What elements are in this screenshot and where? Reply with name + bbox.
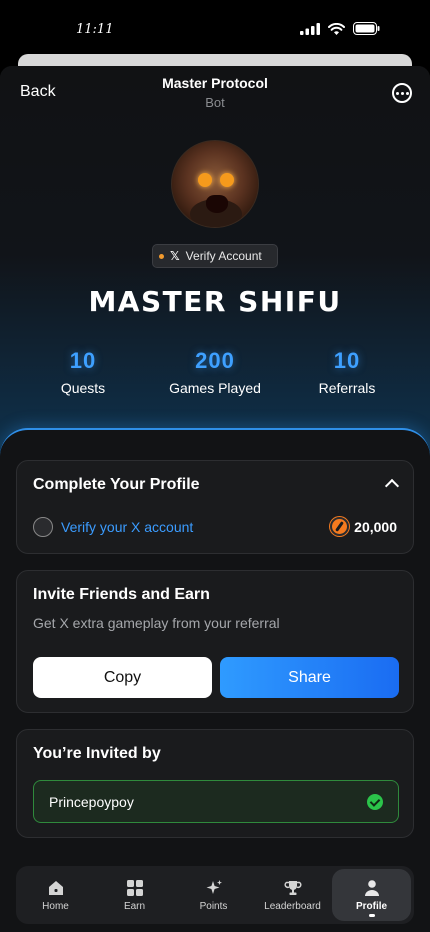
status-bar: 11:11 — [0, 0, 430, 68]
copy-button[interactable]: Copy — [33, 657, 212, 698]
content-panel: Complete Your Profile Verify your X acco… — [0, 428, 430, 932]
check-circle-icon — [367, 794, 383, 810]
stat-label: Referrals — [318, 380, 376, 396]
wifi-icon — [328, 22, 345, 35]
stat-quests: 10 Quests — [13, 348, 153, 396]
tab-label: Points — [199, 900, 228, 912]
tab-home[interactable]: Home — [16, 866, 95, 924]
stat-referrals: 10 Referrals — [277, 348, 417, 396]
verify-x-link[interactable]: Verify your X account — [61, 519, 193, 535]
status-time: 11:11 — [76, 22, 114, 37]
battery-icon — [353, 22, 380, 35]
profile-hero: Back Master Protocol Bot 𝕏 Verify Accoun… — [0, 66, 430, 486]
reward-amount: 20,000 — [330, 517, 397, 536]
more-options-icon[interactable] — [392, 83, 412, 103]
verify-account-label: Verify Account — [185, 249, 262, 263]
tab-label: Profile — [355, 900, 388, 912]
tab-label: Leaderboard — [264, 900, 321, 912]
status-dot — [159, 253, 164, 259]
inviter-name: Princepoypoy — [49, 793, 134, 810]
tab-label: Home — [42, 900, 69, 912]
stat-value: 10 — [333, 348, 361, 373]
tab-leaderboard[interactable]: Leaderboard — [253, 866, 332, 924]
chevron-up-icon[interactable] — [384, 478, 400, 494]
stat-label: Games Played — [169, 380, 261, 396]
invite-subtitle: Get X extra gameplay from your referral — [33, 615, 280, 631]
profile-sheet: Back Master Protocol Bot 𝕏 Verify Accoun… — [0, 66, 430, 932]
complete-profile-card: Complete Your Profile Verify your X acco… — [16, 460, 414, 554]
active-indicator — [368, 914, 375, 917]
tab-earn[interactable]: Earn — [95, 866, 174, 924]
task-checkbox[interactable] — [33, 517, 53, 537]
stat-label: Quests — [60, 380, 106, 396]
username: MASTER SHIFU — [88, 285, 342, 318]
tab-profile[interactable]: Profile — [332, 869, 411, 921]
status-icons — [300, 22, 380, 35]
verify-account-button[interactable]: 𝕏 Verify Account — [152, 244, 278, 268]
invited-by-card: You’re Invited by Princepoypoy — [16, 729, 414, 838]
home-icon — [48, 880, 63, 895]
card-title: You’re Invited by — [33, 745, 161, 762]
card-title: Complete Your Profile — [33, 476, 200, 493]
invite-card: Invite Friends and Earn Get X extra game… — [16, 570, 414, 713]
card-title: Invite Friends and Earn — [33, 586, 210, 603]
sparkle-icon — [206, 879, 222, 894]
tab-label: Earn — [123, 900, 146, 912]
reward-value: 20,000 — [354, 518, 397, 535]
stat-games-played: 200 Games Played — [145, 348, 285, 396]
stat-value: 200 — [195, 348, 235, 373]
person-icon — [364, 879, 379, 896]
signal-icon — [300, 22, 320, 35]
tab-points[interactable]: Points — [174, 866, 253, 924]
bot-title: Master Protocol — [162, 75, 268, 91]
trophy-icon — [283, 880, 302, 895]
bot-subtitle: Bot — [205, 95, 225, 110]
avatar — [171, 140, 259, 228]
x-logo-icon: 𝕏 — [170, 249, 180, 263]
coin-icon — [330, 517, 350, 536]
share-button[interactable]: Share — [220, 657, 399, 698]
inviter-field: Princepoypoy — [33, 780, 399, 823]
bottom-tab-bar: Home Earn Points Leaderboard Profile — [16, 866, 414, 924]
stat-value: 10 — [69, 348, 97, 373]
grid-icon — [126, 879, 143, 896]
